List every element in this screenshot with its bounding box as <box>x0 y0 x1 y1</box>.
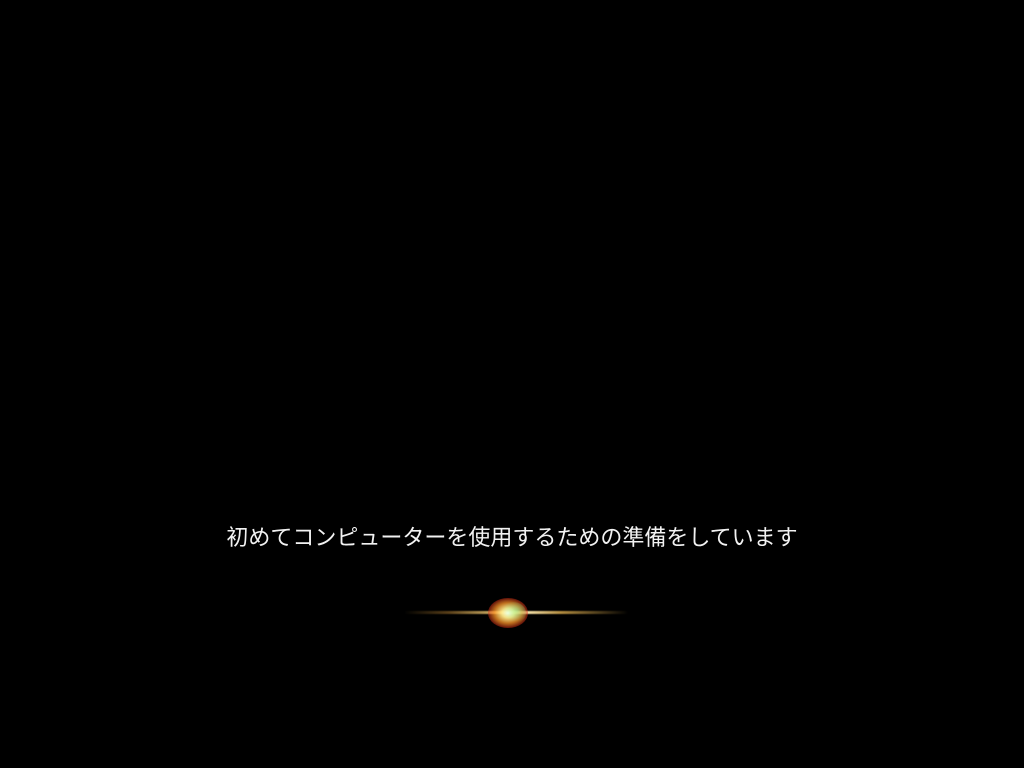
boot-screen: 初めてコンピューターを使用するための準備をしています <box>0 0 1024 768</box>
boot-light-flare-icon <box>404 590 628 634</box>
flare-highlight <box>500 602 526 624</box>
setup-status-message: 初めてコンピューターを使用するための準備をしています <box>226 526 798 551</box>
